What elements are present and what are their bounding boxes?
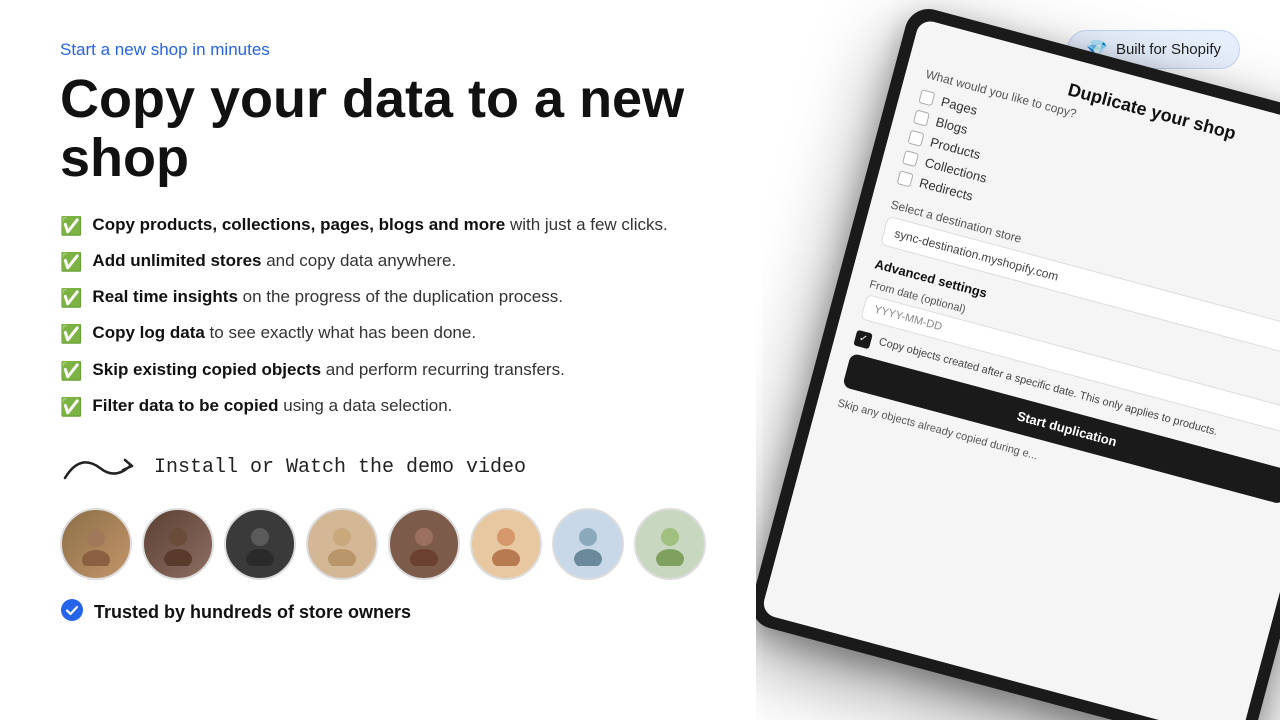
feature-4: ✅ Copy log data to see exactly what has … bbox=[60, 321, 706, 347]
trusted-text: Trusted by hundreds of store owners bbox=[94, 602, 411, 623]
feature-5: ✅ Skip existing copied objects and perfo… bbox=[60, 358, 706, 384]
check-icon-5: ✅ bbox=[60, 359, 82, 384]
feature-3-text: Real time insights on the progress of th… bbox=[92, 285, 563, 309]
feature-3: ✅ Real time insights on the progress of … bbox=[60, 285, 706, 311]
feature-4-text: Copy log data to see exactly what has be… bbox=[92, 321, 476, 345]
feature-1-text: Copy products, collections, pages, blogs… bbox=[92, 213, 667, 237]
avatar-4 bbox=[306, 508, 378, 580]
checkbox-box-pages[interactable] bbox=[918, 89, 935, 106]
feature-4-bold: Copy log data bbox=[92, 323, 204, 342]
avatar-1 bbox=[60, 508, 132, 580]
check-icon-3: ✅ bbox=[60, 286, 82, 311]
built-badge-label: Built for Shopify bbox=[1116, 41, 1221, 58]
checkbox-label-pages: Pages bbox=[940, 94, 980, 118]
feature-6: ✅ Filter data to be copied using a data … bbox=[60, 394, 706, 420]
tagline: Start a new shop in minutes bbox=[60, 40, 706, 60]
feature-5-bold: Skip existing copied objects bbox=[92, 360, 321, 379]
tablet-outer: Duplicate your shop What would you like … bbox=[756, 4, 1280, 720]
avatar-2 bbox=[142, 508, 214, 580]
avatars-row bbox=[60, 508, 706, 580]
checkbox-label-blogs: Blogs bbox=[934, 114, 969, 137]
trusted-badge: Trusted by hundreds of store owners bbox=[60, 598, 706, 628]
avatar-8 bbox=[634, 508, 706, 580]
demo-text[interactable]: Install or Watch the demo video bbox=[154, 456, 526, 479]
trusted-check-icon bbox=[60, 598, 84, 628]
avatar-6 bbox=[470, 508, 542, 580]
feature-2-bold: Add unlimited stores bbox=[92, 251, 261, 270]
check-icon-1: ✅ bbox=[60, 214, 82, 239]
check-icon-4: ✅ bbox=[60, 322, 82, 347]
feature-5-text: Skip existing copied objects and perform… bbox=[92, 358, 564, 382]
tablet-screen: Duplicate your shop What would you like … bbox=[761, 18, 1280, 720]
feature-3-bold: Real time insights bbox=[92, 287, 237, 306]
feature-6-bold: Filter data to be copied bbox=[92, 396, 278, 415]
right-panel: 💎 Built for Shopify Duplicate your shop … bbox=[756, 0, 1280, 720]
tablet-mockup: Duplicate your shop What would you like … bbox=[756, 4, 1280, 720]
check-icon-6: ✅ bbox=[60, 395, 82, 420]
left-panel: Start a new shop in minutes Copy your da… bbox=[0, 0, 756, 720]
arrow-icon bbox=[60, 448, 140, 488]
checkbox-box-products[interactable] bbox=[908, 129, 925, 146]
checkbox-box-collections[interactable] bbox=[902, 150, 919, 167]
checkbox-box-redirects[interactable] bbox=[897, 170, 914, 187]
avatar-5 bbox=[388, 508, 460, 580]
avatar-3 bbox=[224, 508, 296, 580]
features-list: ✅ Copy products, collections, pages, blo… bbox=[60, 213, 706, 420]
feature-1-bold: Copy products, collections, pages, blogs… bbox=[92, 215, 505, 234]
feature-2: ✅ Add unlimited stores and copy data any… bbox=[60, 249, 706, 275]
feature-1: ✅ Copy products, collections, pages, blo… bbox=[60, 213, 706, 239]
check-icon-2: ✅ bbox=[60, 250, 82, 275]
main-title: Copy your data to a new shop bbox=[60, 70, 706, 189]
demo-section: Install or Watch the demo video bbox=[60, 448, 706, 488]
avatar-7 bbox=[552, 508, 624, 580]
checkbox-box-blogs[interactable] bbox=[913, 109, 930, 126]
feature-2-text: Add unlimited stores and copy data anywh… bbox=[92, 249, 456, 273]
feature-6-text: Filter data to be copied using a data se… bbox=[92, 394, 452, 418]
checkbox-checked-icon: ✓ bbox=[853, 330, 873, 350]
